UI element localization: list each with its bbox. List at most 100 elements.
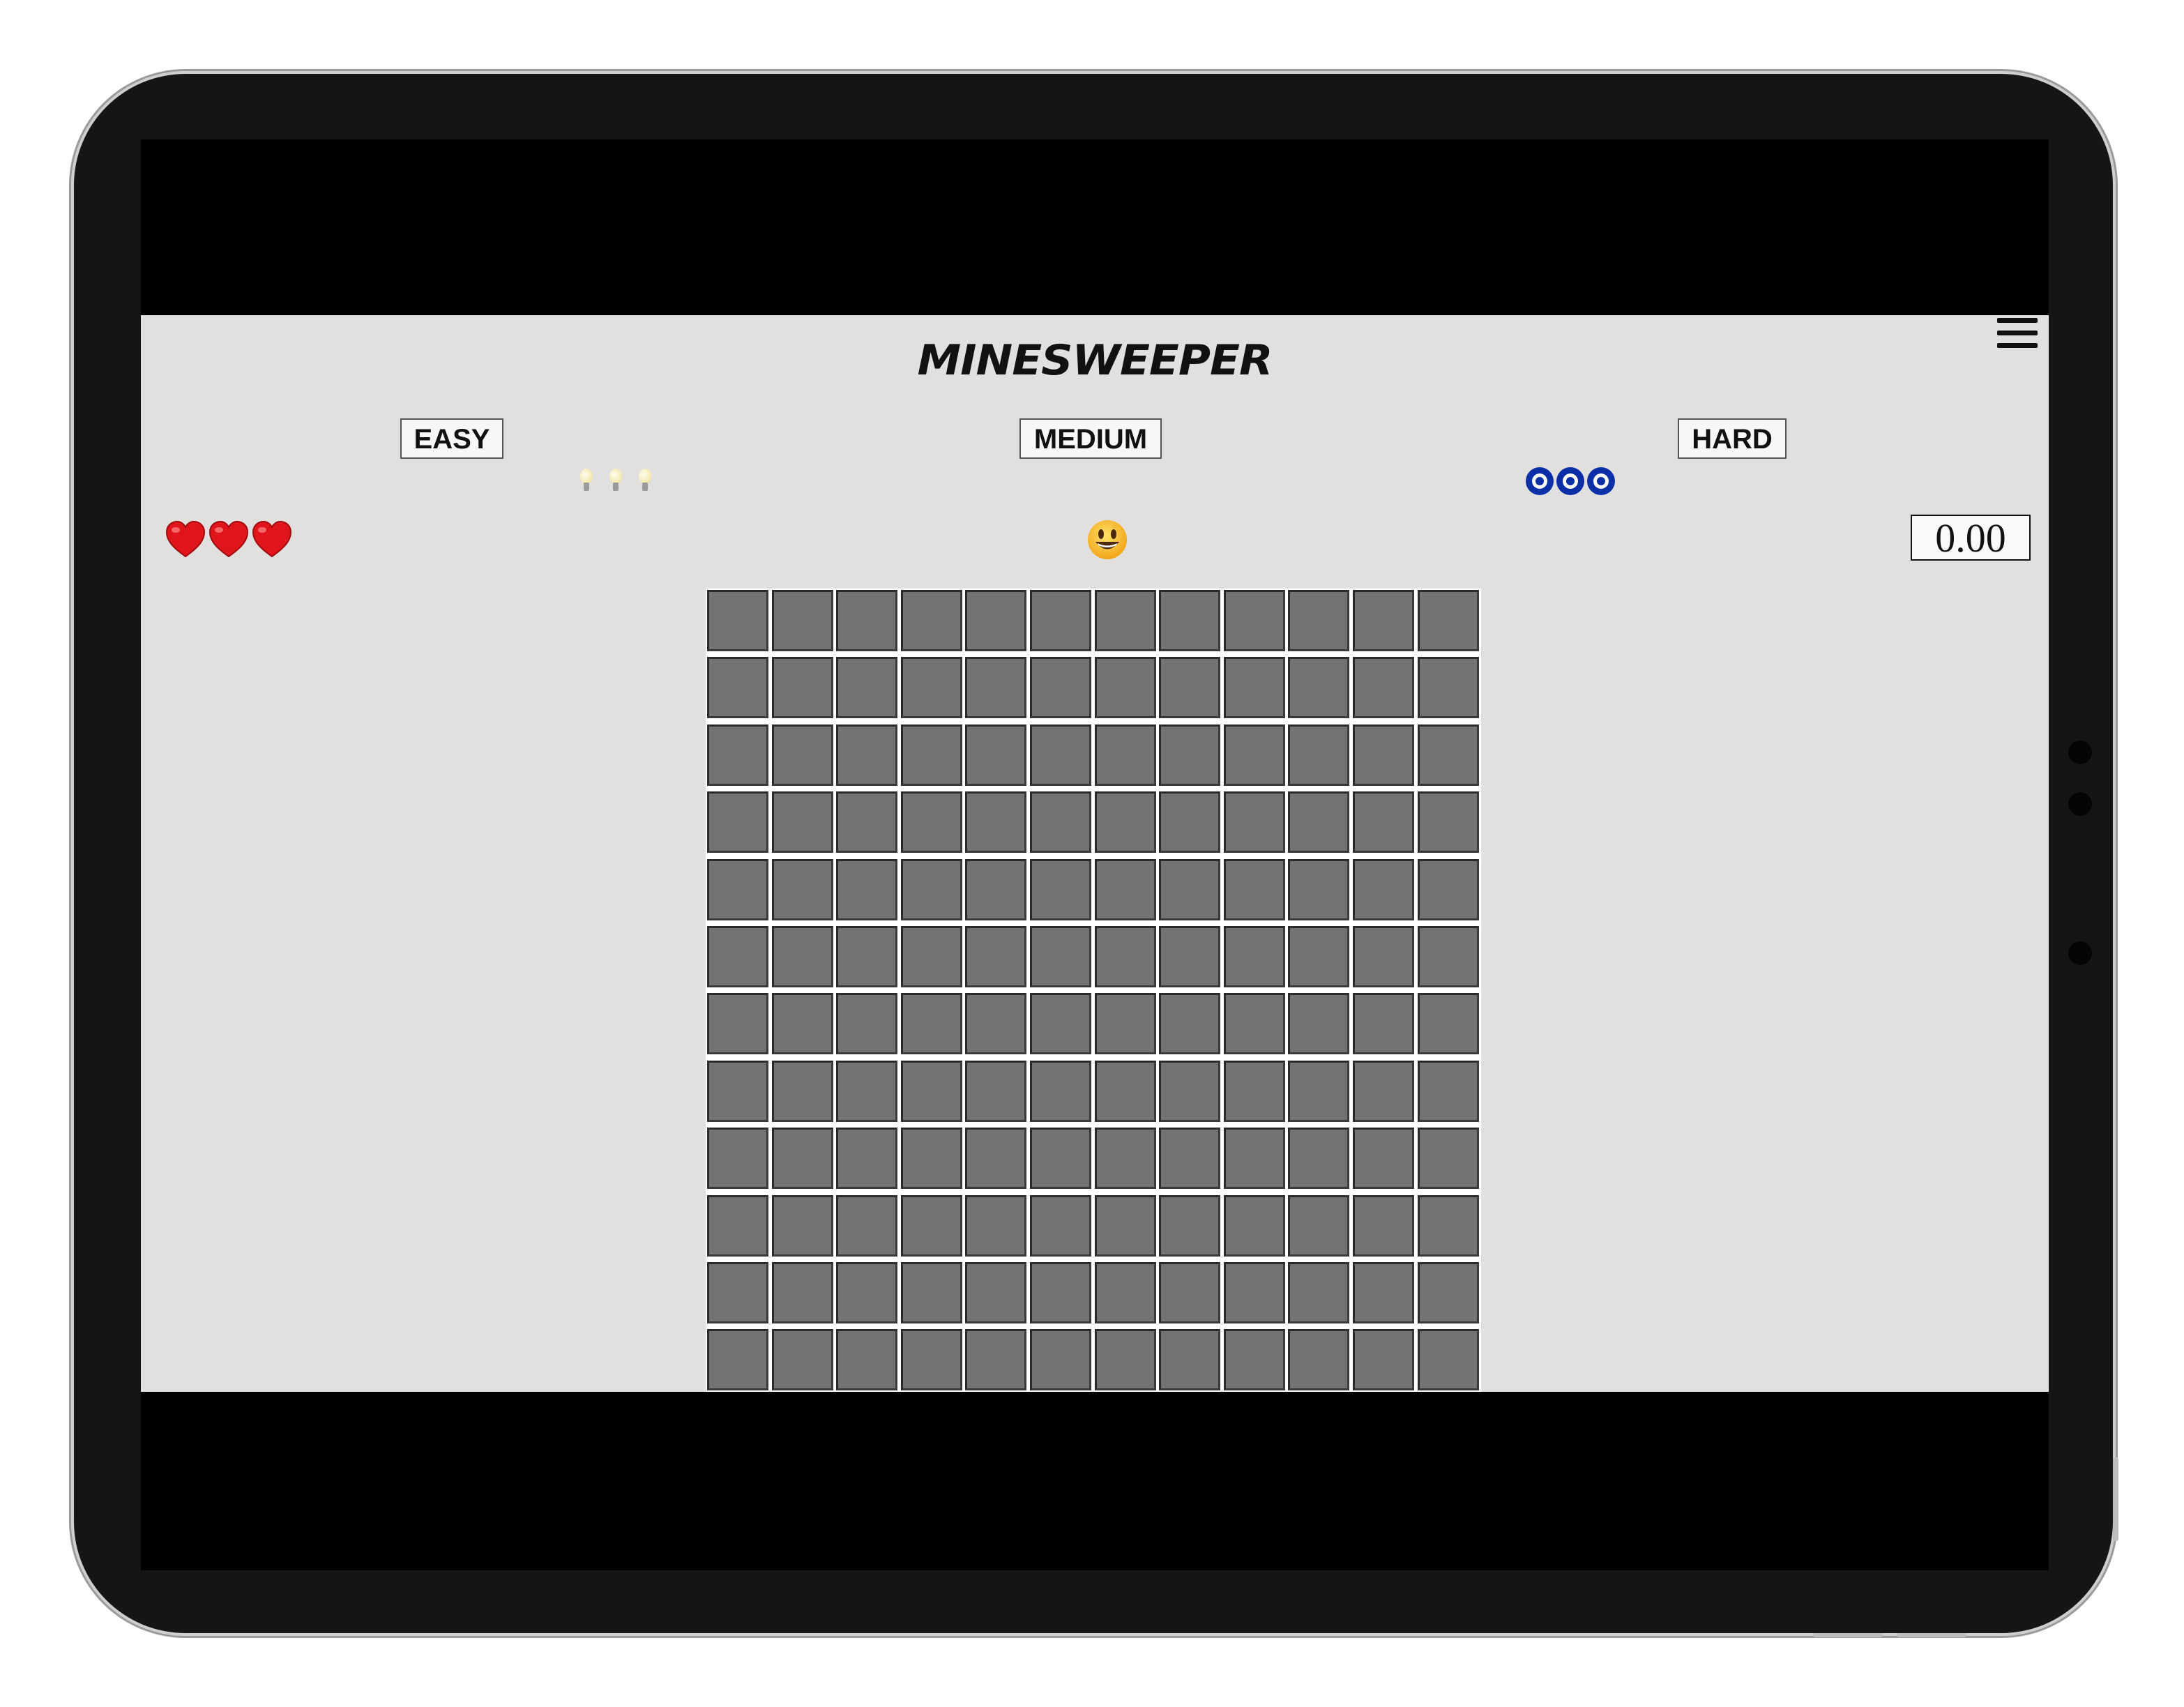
lightbulb-icon[interactable] — [609, 469, 622, 491]
board-cell[interactable] — [1030, 724, 1091, 786]
board-cell[interactable] — [965, 724, 1026, 786]
board-cell[interactable] — [901, 724, 962, 786]
board-cell[interactable] — [901, 1262, 962, 1323]
board-cell[interactable] — [707, 1262, 768, 1323]
lightbulb-icon[interactable] — [580, 469, 593, 491]
board-cell[interactable] — [772, 1262, 833, 1323]
board-cell[interactable] — [1353, 657, 1414, 718]
board-cell[interactable] — [1418, 1128, 1479, 1189]
board-cell[interactable] — [1224, 1195, 1285, 1257]
hamburger-menu-icon[interactable] — [1997, 315, 2038, 351]
board-cell[interactable] — [1288, 1128, 1349, 1189]
board-cell[interactable] — [1288, 926, 1349, 987]
board-cell[interactable] — [1224, 926, 1285, 987]
board-cell[interactable] — [707, 1128, 768, 1189]
board-cell[interactable] — [1353, 791, 1414, 853]
board-cell[interactable] — [1159, 1061, 1220, 1122]
board-cell[interactable] — [965, 1195, 1026, 1257]
board-cell[interactable] — [707, 657, 768, 718]
board-cell[interactable] — [1418, 1329, 1479, 1390]
board-cell[interactable] — [1095, 590, 1156, 651]
board-cell[interactable] — [901, 1195, 962, 1257]
board-cell[interactable] — [836, 791, 897, 853]
board-cell[interactable] — [772, 859, 833, 920]
board-cell[interactable] — [707, 791, 768, 853]
board-cell[interactable] — [1030, 657, 1091, 718]
board-cell[interactable] — [772, 657, 833, 718]
board-cell[interactable] — [1224, 724, 1285, 786]
board-cell[interactable] — [836, 1195, 897, 1257]
board-cell[interactable] — [707, 926, 768, 987]
board-cell[interactable] — [772, 1061, 833, 1122]
board-cell[interactable] — [1288, 724, 1349, 786]
board-cell[interactable] — [1353, 859, 1414, 920]
board-cell[interactable] — [772, 1329, 833, 1390]
board-cell[interactable] — [965, 791, 1026, 853]
board-cell[interactable] — [1159, 1195, 1220, 1257]
board-cell[interactable] — [1159, 791, 1220, 853]
board-cell[interactable] — [1095, 1195, 1156, 1257]
board-cell[interactable] — [1418, 1195, 1479, 1257]
board-cell[interactable] — [1418, 993, 1479, 1054]
board-cell[interactable] — [836, 657, 897, 718]
board-cell[interactable] — [1030, 1262, 1091, 1323]
board-cell[interactable] — [1288, 590, 1349, 651]
board-cell[interactable] — [1288, 1329, 1349, 1390]
board-cell[interactable] — [772, 724, 833, 786]
board-cell[interactable] — [1224, 590, 1285, 651]
board-cell[interactable] — [1224, 791, 1285, 853]
hard-button[interactable]: HARD — [1678, 418, 1787, 459]
board-cell[interactable] — [1224, 1128, 1285, 1189]
medium-button[interactable]: MEDIUM — [1019, 418, 1162, 459]
board-cell[interactable] — [901, 859, 962, 920]
board-cell[interactable] — [707, 993, 768, 1054]
board-cell[interactable] — [1030, 590, 1091, 651]
board-cell[interactable] — [772, 1195, 833, 1257]
board-cell[interactable] — [1159, 926, 1220, 987]
board-cell[interactable] — [836, 1128, 897, 1189]
board-cell[interactable] — [772, 791, 833, 853]
board-cell[interactable] — [965, 993, 1026, 1054]
board-cell[interactable] — [1030, 1329, 1091, 1390]
board-cell[interactable] — [836, 926, 897, 987]
board-cell[interactable] — [1418, 1262, 1479, 1323]
board-cell[interactable] — [1095, 1329, 1156, 1390]
board-cell[interactable] — [1288, 1195, 1349, 1257]
board-cell[interactable] — [1030, 926, 1091, 987]
hints-counter[interactable] — [580, 469, 668, 491]
board-cell[interactable] — [1095, 657, 1156, 718]
board-cell[interactable] — [772, 993, 833, 1054]
board-cell[interactable] — [1159, 657, 1220, 718]
board-cell[interactable] — [1353, 1329, 1414, 1390]
board-cell[interactable] — [1353, 724, 1414, 786]
board-cell[interactable] — [1288, 657, 1349, 718]
board-cell[interactable] — [965, 1128, 1026, 1189]
board-cell[interactable] — [1418, 1061, 1479, 1122]
board-cell[interactable] — [1418, 791, 1479, 853]
board-cell[interactable] — [1353, 1195, 1414, 1257]
board-cell[interactable] — [772, 590, 833, 651]
board-cell[interactable] — [1288, 859, 1349, 920]
board-cell[interactable] — [965, 926, 1026, 987]
easy-button[interactable]: EASY — [400, 418, 503, 459]
board-cell[interactable] — [707, 724, 768, 786]
board-cell[interactable] — [1159, 1262, 1220, 1323]
board-cell[interactable] — [707, 859, 768, 920]
board-cell[interactable] — [1288, 993, 1349, 1054]
board-cell[interactable] — [965, 590, 1026, 651]
board-cell[interactable] — [1224, 1262, 1285, 1323]
lightbulb-icon[interactable] — [639, 469, 651, 491]
board-cell[interactable] — [965, 859, 1026, 920]
board-cell[interactable] — [1159, 724, 1220, 786]
board-cell[interactable] — [836, 1262, 897, 1323]
board-cell[interactable] — [1095, 993, 1156, 1054]
board-cell[interactable] — [1095, 1061, 1156, 1122]
board-cell[interactable] — [707, 1061, 768, 1122]
board-cell[interactable] — [1030, 1195, 1091, 1257]
board-cell[interactable] — [1224, 657, 1285, 718]
board-cell[interactable] — [1224, 1329, 1285, 1390]
board-cell[interactable] — [1224, 1061, 1285, 1122]
board-cell[interactable] — [1224, 993, 1285, 1054]
evil-eye-icon[interactable] — [1556, 467, 1584, 495]
reveals-counter[interactable] — [1526, 467, 1618, 495]
